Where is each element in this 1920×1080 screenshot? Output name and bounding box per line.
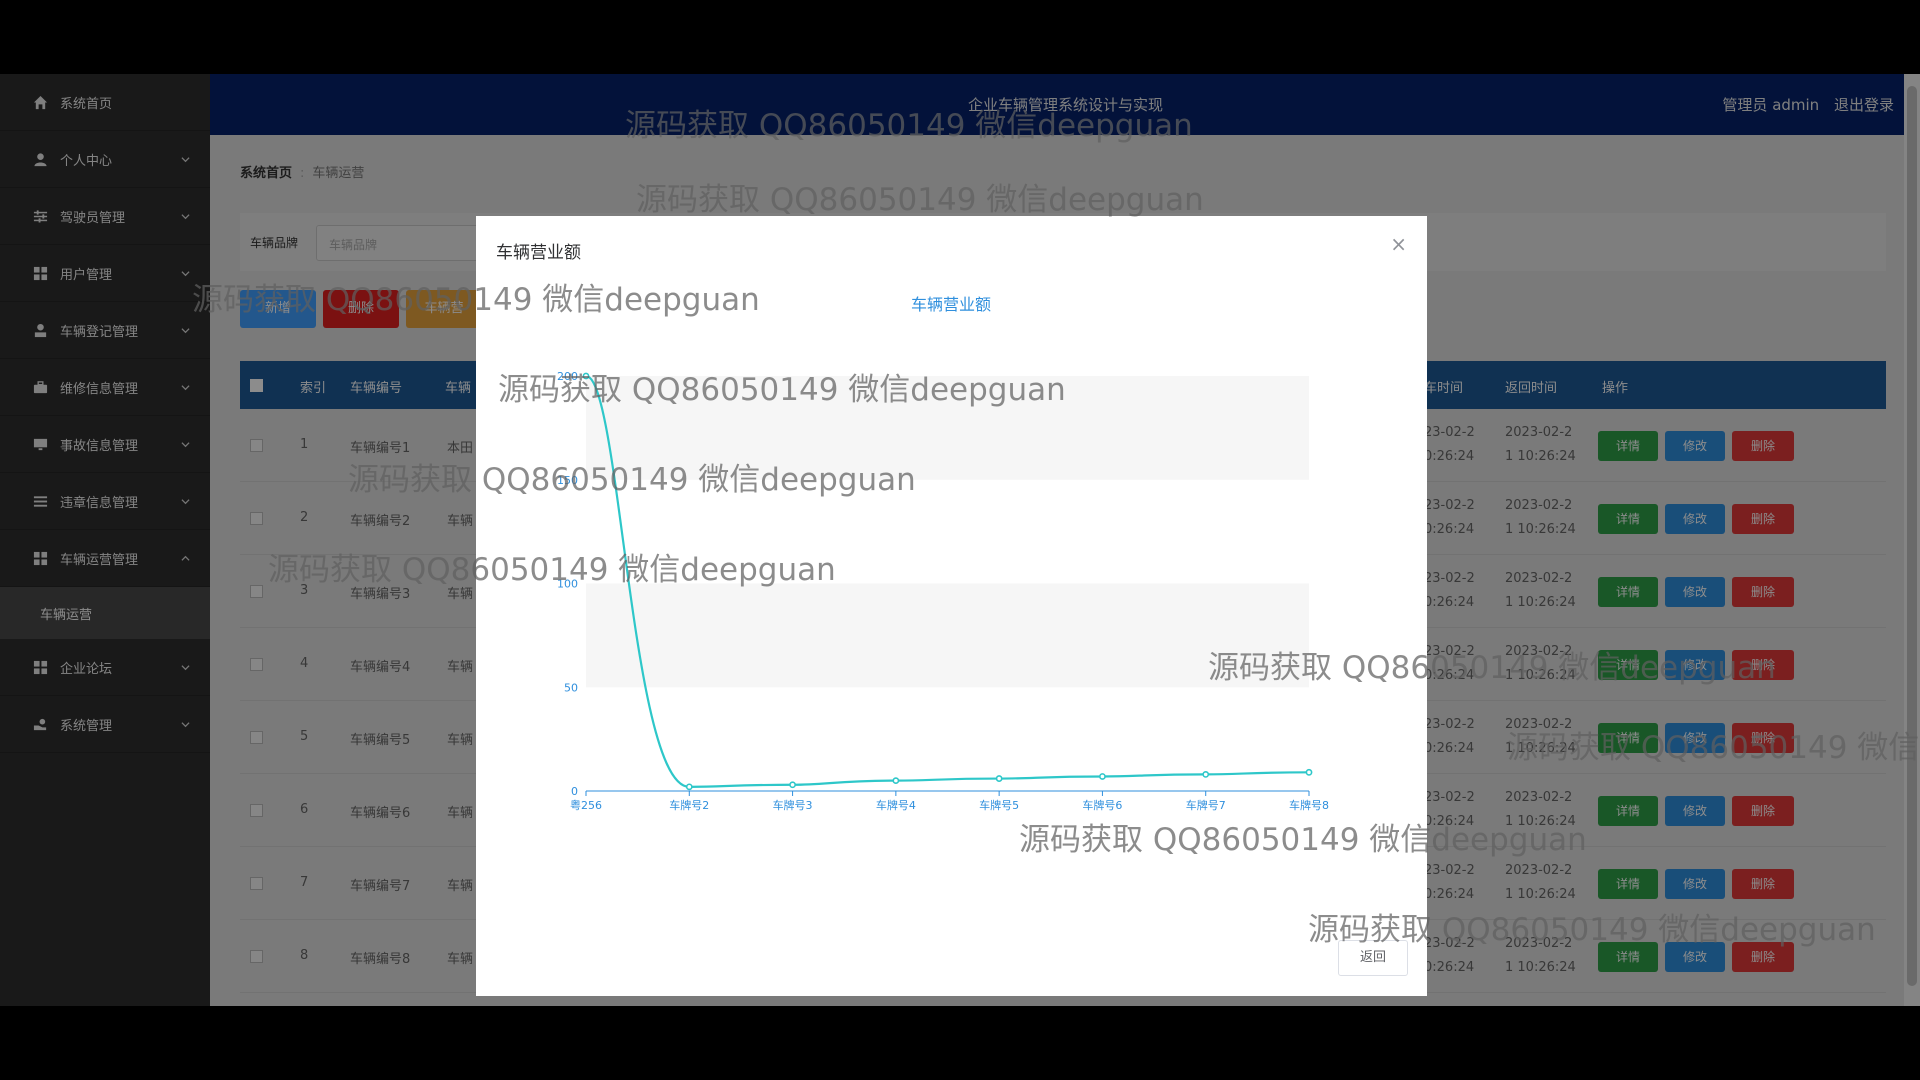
data-point	[995, 775, 1003, 782]
y-tick-label: 150	[557, 474, 578, 487]
chart-band	[586, 479, 1309, 584]
back-button[interactable]: 返回	[1338, 940, 1408, 976]
data-point	[582, 372, 590, 380]
y-tick-label: 200	[557, 370, 578, 383]
data-point	[789, 781, 796, 789]
data-point	[1305, 768, 1313, 776]
x-tick-label: 车牌号5	[979, 798, 1019, 812]
data-point	[685, 783, 693, 791]
y-tick-label: 100	[557, 578, 578, 591]
data-point	[892, 777, 900, 785]
data-point	[1099, 773, 1106, 780]
x-tick-label: 车牌号2	[669, 798, 709, 812]
y-tick-label: 50	[564, 681, 578, 694]
x-tick-label: 粤256	[570, 798, 602, 812]
data-point	[1202, 770, 1210, 778]
revenue-chart: 车辆营业额 0 50 100 150 200 粤256 车牌号2 车牌号3 车牌号4 车牌号5 车牌号…	[557, 295, 1329, 812]
chart-band	[586, 376, 1309, 480]
x-tick-label: 车牌号4	[876, 798, 916, 812]
dialog-title: 车辆营业额	[496, 243, 581, 263]
chart-band	[586, 583, 1309, 688]
chart-dialog: 车辆营业额 × 车辆营业额 0 50 100 150 200 粤256 车牌号2 车牌号3 车牌号…	[476, 216, 1427, 996]
x-tick-label: 车牌号7	[1186, 798, 1226, 812]
y-tick-label: 0	[571, 785, 578, 798]
app-screen: 系统首页 个人中心 驾驶员管理 用户管理 车辆登记管理 维修信息管理 事故信息管理 违章信息管…	[0, 74, 1920, 1006]
close-icon[interactable]: ×	[1390, 232, 1407, 256]
x-tick-label: 车牌号8	[1289, 798, 1329, 812]
x-tick-label: 车牌号3	[773, 798, 813, 812]
x-tick-label: 车牌号6	[1082, 798, 1122, 812]
chart-title: 车辆营业额	[911, 295, 991, 314]
